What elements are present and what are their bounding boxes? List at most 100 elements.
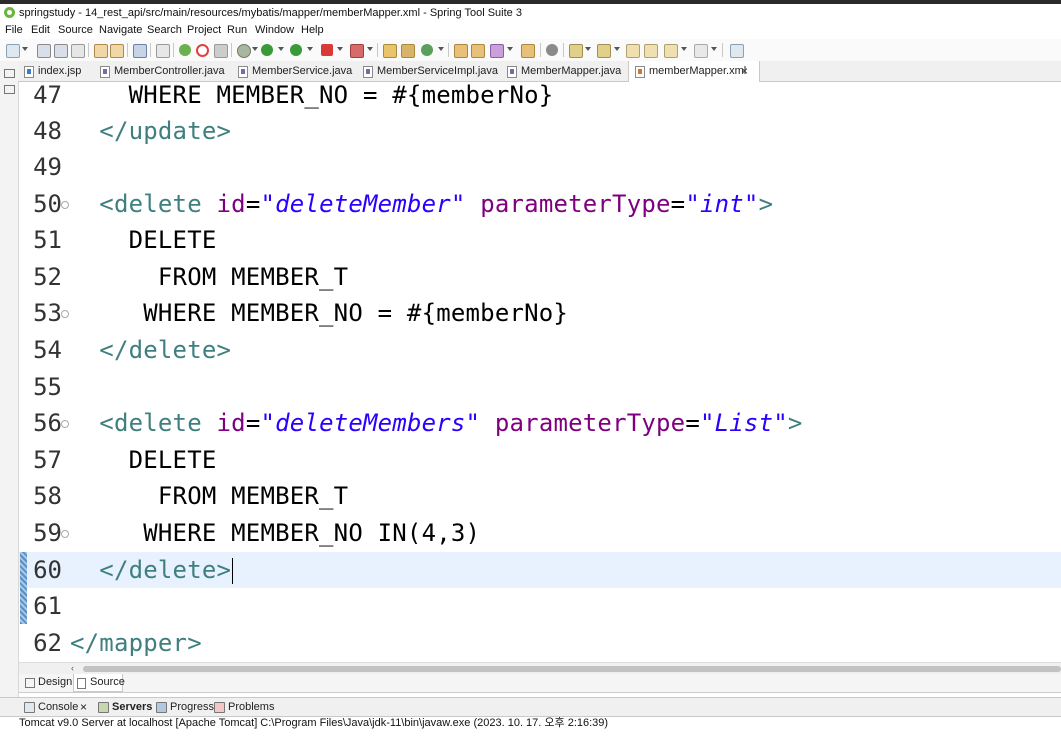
bottom-panel-tabs: Console × Servers Progress Problems <box>0 697 1061 717</box>
line-number: 47 <box>33 82 62 109</box>
toolbar-separator <box>127 43 128 57</box>
external-tools-dropdown-icon[interactable] <box>367 47 373 51</box>
search-dropdown-icon[interactable] <box>507 47 513 51</box>
last-edit-icon[interactable] <box>626 44 640 58</box>
fold-toggle-icon[interactable]: - <box>61 420 69 428</box>
back-dropdown-icon[interactable] <box>681 47 687 51</box>
fold-toggle-icon[interactable]: - <box>61 530 69 538</box>
fold-toggle-icon[interactable]: - <box>61 310 69 318</box>
tab-source[interactable]: Source <box>73 674 125 692</box>
code-text[interactable]: WHERE MEMBER_NO IN(4,3) <box>70 515 480 551</box>
code-text[interactable]: WHERE MEMBER_NO = #{memberNo} <box>70 295 568 331</box>
stop-dropdown-icon[interactable] <box>337 47 343 51</box>
code-text[interactable]: <delete id="deleteMembers" parameterType… <box>70 405 803 441</box>
pin-editor-icon[interactable] <box>730 44 744 58</box>
menu-file[interactable]: File <box>5 24 23 36</box>
code-line: 54 </delete> <box>19 332 1061 368</box>
tab-label: index.jsp <box>38 65 82 77</box>
open-folder-icon[interactable] <box>454 44 468 58</box>
code-text[interactable]: </mapper> <box>70 625 202 661</box>
next-annotation-icon[interactable] <box>569 44 583 58</box>
open-file-icon[interactable] <box>471 44 485 58</box>
code-line: 56 - <delete id="deleteMembers" paramete… <box>19 405 1061 441</box>
run-icon[interactable] <box>261 44 273 56</box>
code-text[interactable]: DELETE <box>70 222 217 258</box>
previous-annotation-dropdown-icon[interactable] <box>614 47 620 51</box>
code-text[interactable]: FROM MEMBER_T <box>70 259 348 295</box>
next-annotation-dropdown-icon[interactable] <box>585 47 591 51</box>
menu-project[interactable]: Project <box>187 24 221 36</box>
open-type-icon[interactable] <box>94 44 108 58</box>
tab-console[interactable]: Console × <box>24 698 92 716</box>
skip-breakpoints-icon[interactable] <box>156 44 170 58</box>
code-editor[interactable]: 47 WHERE MEMBER_NO = #{memberNo} 48 </up… <box>19 82 1061 662</box>
menu-source[interactable]: Source <box>58 24 93 36</box>
code-text[interactable]: </delete> <box>70 332 231 368</box>
stop-icon[interactable] <box>321 44 333 56</box>
tab-servers[interactable]: Servers <box>98 698 154 716</box>
close-icon[interactable]: × <box>80 698 87 716</box>
save-icon[interactable] <box>37 44 51 58</box>
scroll-left-icon[interactable]: ‹ <box>71 663 74 673</box>
open-resource-icon[interactable] <box>110 44 124 58</box>
debug-dropdown-icon[interactable] <box>252 47 258 51</box>
menu-search[interactable]: Search <box>147 24 182 36</box>
tab-progress[interactable]: Progress <box>156 698 214 716</box>
close-icon[interactable]: × <box>741 61 748 81</box>
tab-member-mapper-xml[interactable]: memberMapper.xml × <box>628 61 760 82</box>
code-text[interactable]: WHERE MEMBER_NO = #{memberNo} <box>70 82 554 113</box>
tab-member-service-impl[interactable]: MemberServiceImpl.java <box>363 61 503 81</box>
back-history-icon[interactable] <box>664 44 678 58</box>
restore-view-icon[interactable] <box>4 69 15 78</box>
coverage-icon[interactable] <box>290 44 302 56</box>
new-icon[interactable] <box>6 44 20 58</box>
menu-edit[interactable]: Edit <box>31 24 50 36</box>
toolbar-separator <box>448 43 449 57</box>
globe-icon[interactable] <box>546 44 558 56</box>
new-package-icon[interactable] <box>401 44 415 58</box>
task-icon[interactable] <box>521 44 535 58</box>
code-text[interactable]: FROM MEMBER_T <box>70 478 348 514</box>
menu-window[interactable]: Window <box>255 24 294 36</box>
back-icon[interactable] <box>644 44 658 58</box>
tab-member-controller[interactable]: MemberController.java <box>100 61 230 81</box>
search-icon[interactable] <box>490 44 504 58</box>
console-output-area[interactable] <box>0 731 1061 753</box>
new-class-dropdown-icon[interactable] <box>438 47 444 51</box>
line-number: 62 <box>33 629 62 657</box>
relaunch-icon[interactable] <box>196 44 209 57</box>
text-caret <box>232 558 234 584</box>
spring-boot-icon[interactable] <box>179 44 191 56</box>
code-text[interactable]: DELETE <box>70 442 217 478</box>
outline-view-icon[interactable] <box>4 85 15 94</box>
new-class-icon[interactable] <box>421 44 433 56</box>
scrollbar-thumb[interactable] <box>83 666 1061 672</box>
previous-annotation-icon[interactable] <box>597 44 611 58</box>
forward-icon[interactable] <box>694 44 708 58</box>
line-number: 60 <box>33 556 62 584</box>
coverage-dropdown-icon[interactable] <box>307 47 313 51</box>
forward-dropdown-icon[interactable] <box>711 47 717 51</box>
code-text[interactable]: </update> <box>70 113 231 149</box>
debug-icon[interactable] <box>237 44 251 58</box>
run-dropdown-icon[interactable] <box>278 47 284 51</box>
terminal-icon[interactable] <box>133 44 147 58</box>
tab-member-mapper-java[interactable]: MemberMapper.java <box>507 61 627 81</box>
tab-index-jsp[interactable]: index.jsp <box>24 61 94 81</box>
code-text[interactable]: </delete> <box>70 552 234 588</box>
menu-help[interactable]: Help <box>301 24 324 36</box>
external-tools-icon[interactable] <box>350 44 364 58</box>
save-all-icon[interactable] <box>54 44 68 58</box>
menu-navigate[interactable]: Navigate <box>99 24 142 36</box>
print-icon[interactable] <box>71 44 85 58</box>
fold-toggle-icon[interactable]: - <box>61 201 69 209</box>
tab-problems[interactable]: Problems <box>214 698 274 716</box>
code-text[interactable]: <delete id="deleteMember" parameterType=… <box>70 186 773 222</box>
menu-run[interactable]: Run <box>227 24 247 36</box>
line-number: 55 <box>33 373 62 401</box>
new-java-project-icon[interactable] <box>383 44 397 58</box>
server-icon[interactable] <box>214 44 228 58</box>
new-dropdown-icon[interactable] <box>22 47 28 51</box>
tab-member-service[interactable]: MemberService.java <box>238 61 358 81</box>
tab-design[interactable]: Design <box>23 674 73 691</box>
